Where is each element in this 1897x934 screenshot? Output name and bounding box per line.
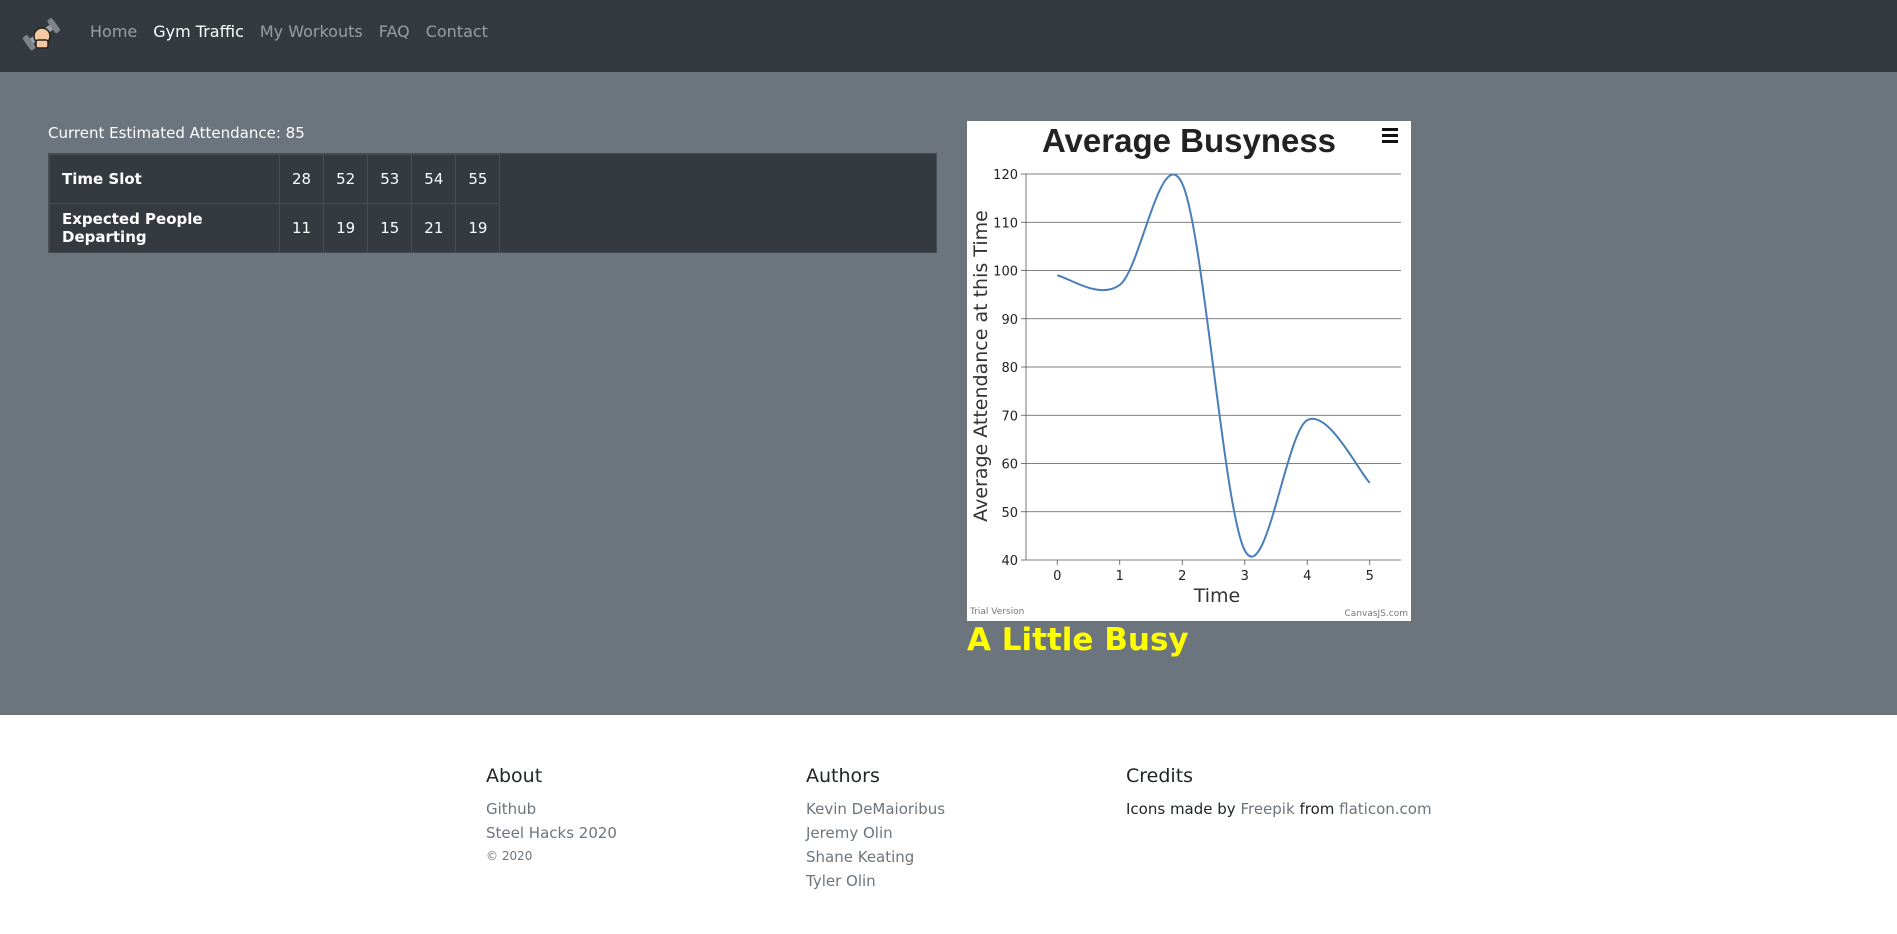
y-tick-label: 60 xyxy=(1001,458,1018,473)
table-row: Expected People Departing 11 19 15 21 19 xyxy=(49,203,501,253)
navbar: Home Gym Traffic My Workouts FAQ Contact xyxy=(0,0,1897,72)
chart-title: Average Busyness xyxy=(1042,122,1336,159)
copyright: © 2020 xyxy=(486,849,533,863)
credits-middle: from xyxy=(1299,800,1335,818)
table-cell: 19 xyxy=(455,203,501,253)
y-tick-label: 100 xyxy=(993,265,1018,280)
author-link[interactable]: Shane Keating xyxy=(806,845,945,869)
footer-about: About Github Steel Hacks 2020 © 2020 xyxy=(486,765,617,866)
credits-text: Icons made by Freepik from flaticon.com xyxy=(1126,797,1432,821)
y-tick-label: 120 xyxy=(993,168,1018,183)
table-cell: 53 xyxy=(367,154,413,204)
table-cell: 15 xyxy=(367,203,413,253)
table-cell: 28 xyxy=(278,154,325,204)
footer-authors: Authors Kevin DeMaioribus Jeremy Olin Sh… xyxy=(806,765,945,893)
footer-credits: Credits Icons made by Freepik from flati… xyxy=(1126,765,1432,821)
table-cell: 54 xyxy=(411,154,457,204)
x-tick-label: 3 xyxy=(1241,569,1249,584)
main-content: Current Estimated Attendance: 85 Time Sl… xyxy=(0,72,1897,715)
nav-link-my-workouts[interactable]: My Workouts xyxy=(260,22,363,41)
author-link[interactable]: Jeremy Olin xyxy=(806,821,945,845)
nav-links: Home Gym Traffic My Workouts FAQ Contact xyxy=(90,22,504,41)
attendance-text: Current Estimated Attendance: 85 xyxy=(48,124,305,142)
footer: About Github Steel Hacks 2020 © 2020 Aut… xyxy=(0,715,1897,934)
footer-credits-heading: Credits xyxy=(1126,765,1194,787)
footer-about-heading: About xyxy=(486,765,543,787)
x-axis-label: Time xyxy=(1193,585,1241,607)
freepik-link[interactable]: Freepik xyxy=(1240,800,1294,818)
flaticon-link[interactable]: flaticon.com xyxy=(1339,800,1431,818)
steel-hacks-link[interactable]: Steel Hacks 2020 xyxy=(486,821,617,845)
dumbbell-hand-icon[interactable] xyxy=(22,15,62,55)
busy-status: A Little Busy xyxy=(967,622,1189,658)
nav-link-gym-traffic[interactable]: Gym Traffic xyxy=(153,22,244,41)
y-tick-label: 90 xyxy=(1001,313,1018,328)
row-header: Expected People Departing xyxy=(49,203,280,253)
table-cell: 21 xyxy=(411,203,457,253)
author-link[interactable]: Kevin DeMaioribus xyxy=(806,797,945,821)
hamburger-menu-icon[interactable] xyxy=(1382,128,1398,143)
credits-prefix: Icons made by xyxy=(1126,800,1236,818)
nav-link-faq[interactable]: FAQ xyxy=(379,22,410,41)
table-row: Time Slot 28 52 53 54 55 xyxy=(49,154,501,204)
x-tick-label: 1 xyxy=(1116,569,1124,584)
trial-watermark: Trial Version xyxy=(969,607,1024,617)
table-cell: 19 xyxy=(323,203,369,253)
y-tick-label: 70 xyxy=(1001,409,1018,424)
time-slot-table: Time Slot 28 52 53 54 55 Expected People… xyxy=(48,153,937,253)
canvasjs-credit[interactable]: CanvasJS.com xyxy=(1345,609,1408,619)
busyness-chart: Average Busyness 40 50 60 70 80 90 100 110 120 0… xyxy=(967,121,1411,621)
table-cell: 11 xyxy=(278,203,325,253)
nav-link-home[interactable]: Home xyxy=(90,22,137,41)
table-cell: 55 xyxy=(455,154,501,204)
row-header: Time Slot xyxy=(49,154,280,204)
x-tick-label: 5 xyxy=(1366,569,1374,584)
table-cell: 52 xyxy=(323,154,369,204)
author-link[interactable]: Tyler Olin xyxy=(806,869,945,893)
x-tick-label: 2 xyxy=(1178,569,1186,584)
y-tick-label: 110 xyxy=(993,216,1018,231)
nav-link-contact[interactable]: Contact xyxy=(426,22,488,41)
footer-authors-heading: Authors xyxy=(806,765,880,787)
chart-svg: Average Busyness 40 50 60 70 80 90 100 110 120 0… xyxy=(969,122,1408,619)
y-tick-label: 80 xyxy=(1001,361,1018,376)
y-tick-label: 50 xyxy=(1001,506,1018,521)
series-line xyxy=(1056,173,1371,558)
github-link[interactable]: Github xyxy=(486,797,617,821)
y-axis-label: Average Attendance at this Time xyxy=(970,210,992,522)
y-tick-label: 40 xyxy=(1001,554,1018,569)
x-tick-label: 4 xyxy=(1303,569,1311,584)
x-tick-label: 0 xyxy=(1053,569,1061,584)
